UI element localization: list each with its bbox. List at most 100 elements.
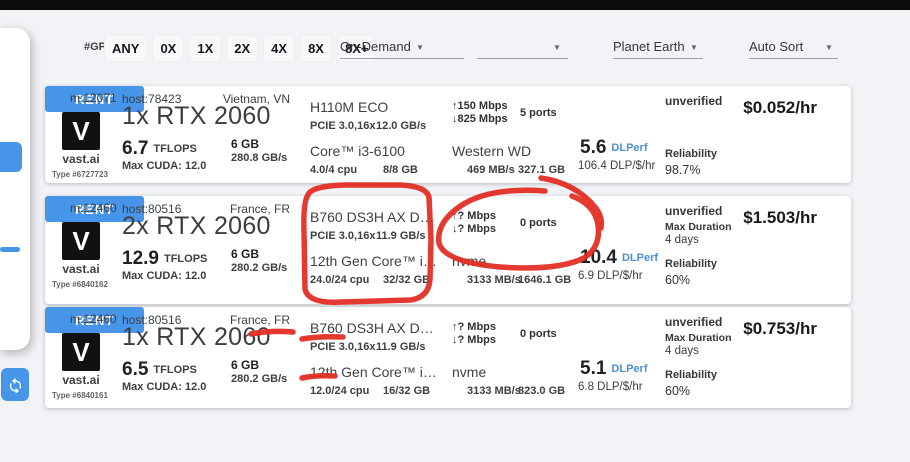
gpu-name: 1x RTX 2060 (122, 323, 271, 352)
chip-4x[interactable]: 4X (263, 35, 295, 62)
chevron-down-icon: ▼ (553, 43, 561, 52)
region-select-value: Planet Earth (613, 39, 685, 54)
chip-2x[interactable]: 2X (226, 35, 258, 62)
cpu-allocation: 12.0/24 cpu (310, 385, 369, 397)
disk-name: nvme (452, 253, 486, 269)
brand-label: vast.ai (54, 152, 108, 166)
dlperf-value: 5.1DLPerf (580, 358, 647, 380)
tflops-number: 6.5 (122, 359, 148, 380)
tflops-value: 6.7TFLOPS (122, 138, 197, 160)
gpu-name: 2x RTX 2060 (122, 212, 271, 241)
max-cuda: Max CUDA: 12.0 (122, 270, 206, 282)
tflops-unit: TFLOPS (164, 253, 207, 265)
reliability-value: 60% (665, 273, 690, 287)
panel-slider-fragment[interactable] (0, 247, 20, 252)
price-per-hour: $0.753/hr (685, 319, 817, 339)
dlperf-value: 5.6 DLPerf (580, 137, 647, 159)
reliability-label: Reliability (665, 148, 717, 160)
gpu-name: 1x RTX 2060 (122, 102, 271, 131)
ports-count: 0 ports (520, 328, 557, 340)
type-id: Type #6840162 (52, 280, 108, 289)
panel-button-fragment[interactable] (0, 142, 22, 172)
upload-speed: ↑? Mbps (452, 321, 496, 333)
dlperf-per-dollar: 6.9 DLP/$/hr (578, 270, 643, 282)
dlperf-number: 5.1 (580, 358, 606, 379)
chip-0x[interactable]: 0X (152, 35, 184, 62)
cpu-name: Core™ i3-6100 (310, 143, 405, 159)
max-cuda: Max CUDA: 12.0 (122, 381, 206, 393)
price-per-hour: $1.503/hr (685, 208, 817, 228)
vram-bandwidth: 280.8 GB/s (231, 152, 287, 164)
ram-allocation: 8/8 GB (383, 164, 418, 176)
cpu-allocation: 24.0/24 cpu (310, 274, 369, 286)
offer-card[interactable]: m:12460 host:80516 France, FR V vast.ai … (45, 307, 851, 408)
refresh-icon (7, 376, 24, 393)
tflops-unit: TFLOPS (153, 364, 196, 376)
chip-1x[interactable]: 1X (189, 35, 221, 62)
chip-8x[interactable]: 8X (300, 35, 332, 62)
blank-select[interactable]: ▼ (477, 38, 568, 59)
vram-bandwidth: 280.2 GB/s (231, 373, 287, 385)
disk-size: 1646.1 GB (518, 274, 571, 286)
rental-type-value: On-Demand (340, 39, 411, 54)
ram-allocation: 16/32 GB (383, 385, 430, 397)
brand-label: vast.ai (54, 373, 108, 387)
type-id: Type #6727723 (52, 170, 108, 179)
disk-name: Western WD (452, 143, 531, 159)
tflops-value: 6.5 TFLOPS (122, 359, 197, 381)
motherboard-name: B760 DS3H AX D… (310, 320, 434, 336)
tflops-number: 12.9 (122, 248, 159, 269)
pcie-version: PCIE 3.0,16x (310, 120, 375, 132)
download-speed: ↓? Mbps (452, 334, 496, 346)
chevron-down-icon: ▼ (690, 43, 698, 52)
dlperf-label: DLPerf (622, 252, 658, 264)
reliability-value: 98.7% (665, 163, 700, 177)
tflops-unit: TFLOPS (153, 143, 196, 155)
ports-count: 5 ports (520, 107, 557, 119)
max-cuda: Max CUDA: 12.0 (122, 160, 206, 172)
dlperf-label: DLPerf (611, 142, 647, 154)
chip-any[interactable]: ANY (104, 35, 147, 62)
disk-speed: 3133 MB/s (467, 274, 521, 286)
dlperf-per-dollar: 6.8 DLP/$/hr (578, 381, 643, 393)
dlperf-number: 5.6 (580, 137, 606, 158)
pcie-version: PCIE 3.0,16x (310, 230, 375, 242)
type-id: Type #6840161 (52, 391, 108, 400)
sort-select[interactable]: Auto Sort ▼ (749, 38, 838, 59)
download-speed: ↓825 Mbps (452, 113, 508, 125)
offer-card[interactable]: m:12071 host:78423 Vietnam, VN V vast.ai… (45, 86, 851, 183)
motherboard-name: H110M ECO (310, 99, 388, 115)
machine-id: m:12460 (70, 312, 117, 326)
region-select[interactable]: Planet Earth ▼ (613, 38, 703, 59)
machine-id: m:12071 (70, 91, 117, 105)
vast-logo: V (62, 112, 100, 150)
ram-allocation: 32/32 GB (383, 274, 430, 286)
chevron-down-icon: ▼ (416, 43, 424, 52)
disk-speed: 469 MB/s (467, 164, 515, 176)
download-speed: ↓? Mbps (452, 223, 496, 235)
gpu-count-chips: ANY 0X 1X 2X 4X 8X 8X+ (104, 35, 376, 62)
max-duration-value: 4 days (665, 234, 699, 246)
motherboard-name: B760 DS3H AX D… (310, 209, 434, 225)
sort-select-value: Auto Sort (749, 39, 803, 54)
refresh-button[interactable] (1, 368, 29, 401)
price-per-hour: $0.052/hr (685, 98, 817, 118)
cpu-name: 12th Gen Core™ i… (310, 364, 437, 380)
pcie-bandwidth: 11.9 GB/s (376, 230, 426, 242)
chevron-down-icon: ▼ (825, 43, 833, 52)
vast-logo: V (62, 333, 100, 371)
offers-page: #GPUs: ANY 0X 1X 2X 4X 8X 8X+ On-Demand … (0, 0, 910, 462)
reliability-label: Reliability (665, 369, 717, 381)
cpu-allocation: 4.0/4 cpu (310, 164, 357, 176)
dlperf-number: 10.4 (580, 247, 617, 268)
pcie-bandwidth: 11.9 GB/s (376, 341, 426, 353)
dlperf-per-dollar: 106.4 DLP/$/hr (578, 160, 655, 172)
upload-speed: ↑? Mbps (452, 210, 496, 222)
disk-speed: 3133 MB/s (467, 385, 521, 397)
reliability-value: 60% (665, 384, 690, 398)
disk-size: 823.0 GB (518, 385, 565, 397)
rental-type-select[interactable]: On-Demand ▼ (340, 38, 464, 59)
offer-card[interactable]: m:12460 host:80516 France, FR V vast.ai … (45, 196, 851, 304)
tflops-value: 12.9 TFLOPS (122, 248, 207, 270)
pcie-version: PCIE 3.0,16x (310, 341, 375, 353)
